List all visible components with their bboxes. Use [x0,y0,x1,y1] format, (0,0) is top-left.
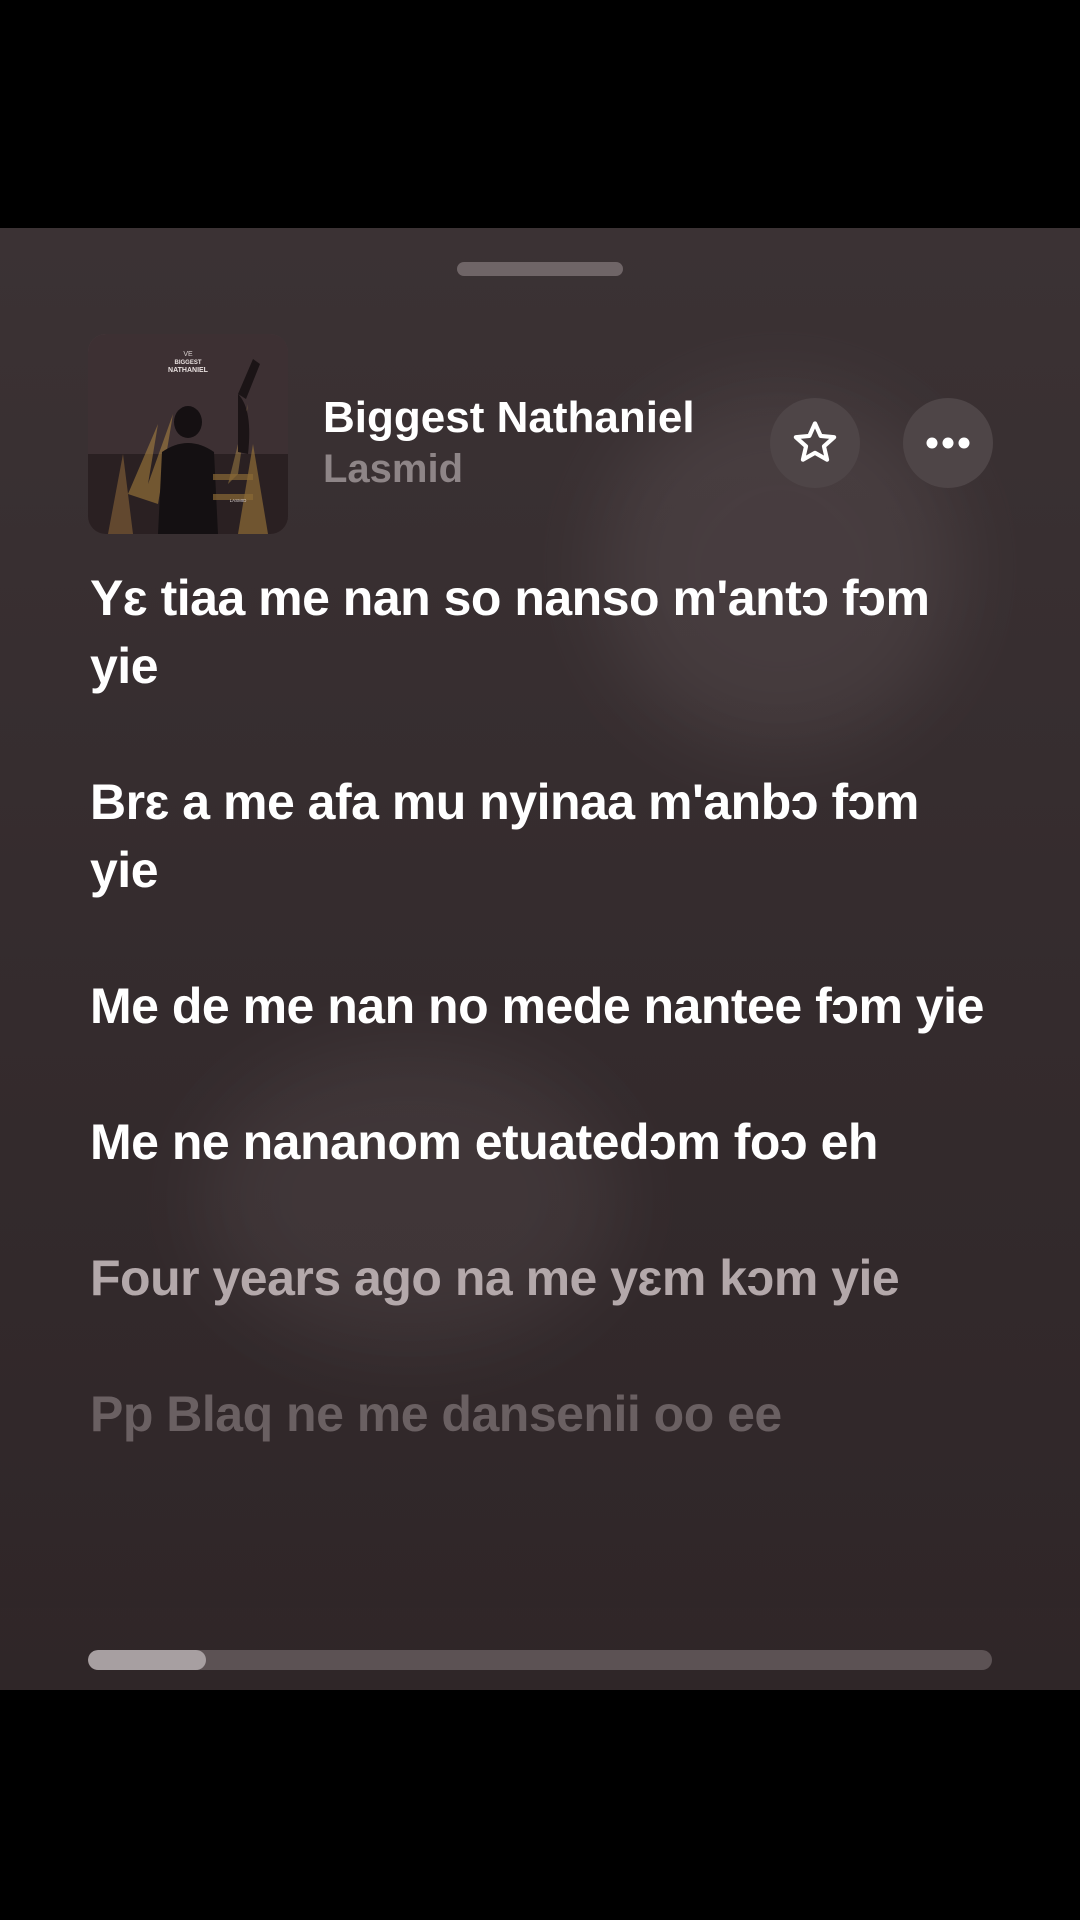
track-info[interactable]: Biggest Nathaniel Lasmid [323,392,743,494]
lyric-line[interactable]: Yɛ tiaa me nan so nanso m'antɔ fɔm yie [90,564,990,700]
more-options-button[interactable] [903,398,993,488]
now-playing-sheet: VE BIGGEST NATHANIEL LASMID Biggest Nath… [0,228,1080,1690]
artwork-logo: VE [183,351,193,358]
album-artwork[interactable]: VE BIGGEST NATHANIEL LASMID [88,334,288,534]
lyric-line-upcoming[interactable]: Four years ago na me yɛm kɔm yie [90,1244,990,1312]
lyrics-fade-overlay [0,1508,1080,1608]
now-playing-header: VE BIGGEST NATHANIEL LASMID Biggest Nath… [88,334,993,534]
star-icon [793,421,837,462]
playback-scrubber[interactable] [88,1650,992,1670]
playback-progress-fill [88,1650,206,1670]
artwork-title-line1: BIGGEST [174,360,201,366]
lyric-line[interactable]: Brɛ a me afa mu nyinaa m'anbɔ fɔm yie [90,768,990,904]
lyric-line-faded[interactable]: Pp Blaq ne me dansenii oo ee [90,1380,990,1448]
lyrics-view[interactable]: Yɛ tiaa me nan so nanso m'antɔ fɔm yie B… [90,564,990,1516]
sheet-grabber-handle[interactable] [457,262,623,276]
artist-name[interactable]: Lasmid [323,444,743,494]
artwork-title-line2: NATHANIEL [168,367,209,374]
ellipsis-icon [926,437,970,449]
artwork-artist: LASMID [230,498,248,503]
lyric-line[interactable]: Me de me nan no mede nantee fɔm yie [90,972,990,1040]
favorite-button[interactable] [770,398,860,488]
screen: VE BIGGEST NATHANIEL LASMID Biggest Nath… [0,0,1080,1920]
song-title: Biggest Nathaniel [323,393,695,442]
lyric-line[interactable]: Me ne nananom etuatedɔm foɔ eh [90,1108,990,1176]
album-artwork-image: VE BIGGEST NATHANIEL LASMID [88,334,288,534]
